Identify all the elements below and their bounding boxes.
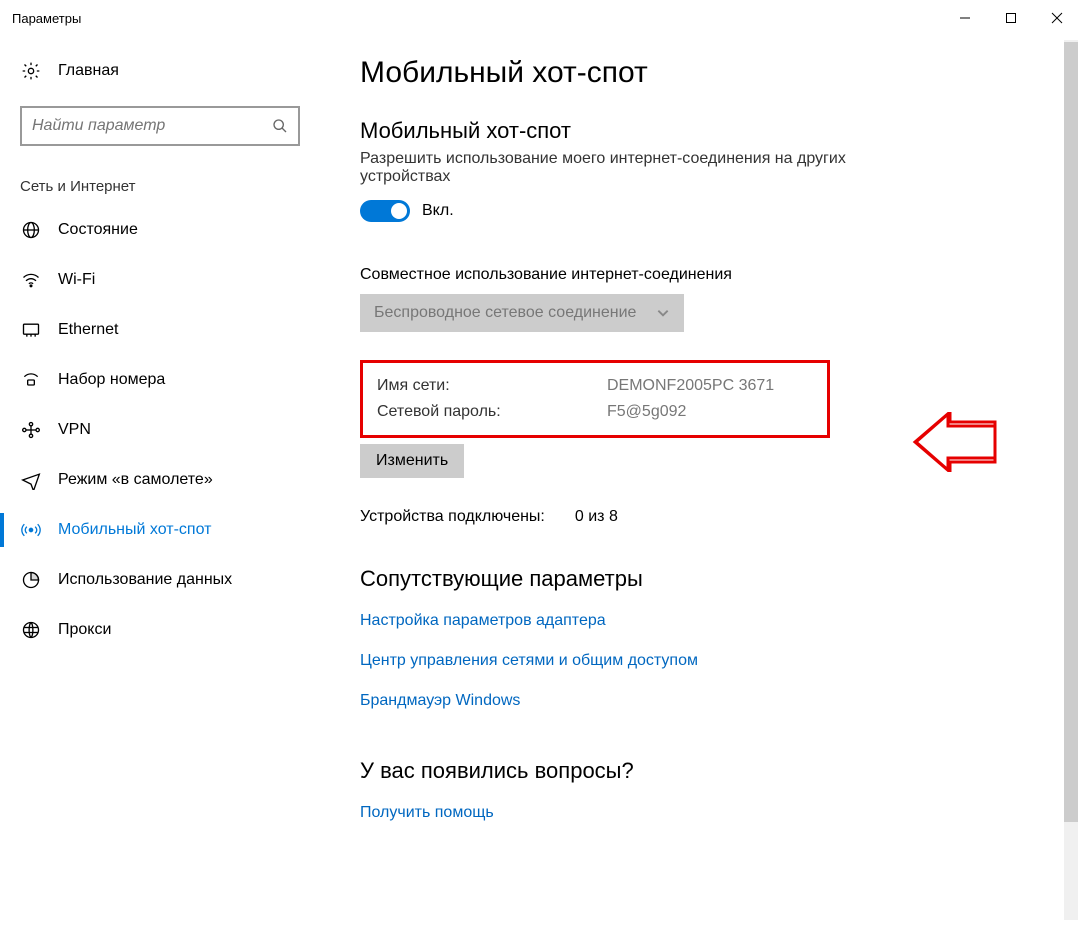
window-titlebar: Параметры xyxy=(0,0,1080,36)
close-button[interactable] xyxy=(1034,2,1080,34)
sidebar-item-label: VPN xyxy=(58,421,91,439)
sidebar-item-airplane[interactable]: Режим «в самолете» xyxy=(0,455,320,505)
airplane-icon xyxy=(20,469,42,491)
sidebar-item-proxy[interactable]: Прокси xyxy=(0,605,320,655)
questions-heading: У вас появились вопросы? xyxy=(360,758,1040,784)
vpn-icon xyxy=(20,419,42,441)
sidebar-item-hotspot[interactable]: Мобильный хот-спот xyxy=(0,505,320,555)
datausage-icon xyxy=(20,569,42,591)
hotspot-icon xyxy=(20,519,42,541)
page-title: Мобильный хот-спот xyxy=(360,56,1040,90)
wifi-icon xyxy=(20,269,42,291)
category-label: Сеть и Интернет xyxy=(0,166,320,205)
proxy-icon xyxy=(20,619,42,641)
devices-label: Устройства подключены: xyxy=(360,508,545,526)
dialup-icon xyxy=(20,369,42,391)
window-title: Параметры xyxy=(12,11,81,26)
gear-icon xyxy=(20,60,42,82)
network-info-box: Имя сети: DEMONF2005PC 3671 Сетевой паро… xyxy=(360,360,830,438)
home-label: Главная xyxy=(58,62,119,80)
link-network-center[interactable]: Центр управления сетями и общим доступом xyxy=(360,646,1040,676)
link-firewall[interactable]: Брандмауэр Windows xyxy=(360,686,1040,716)
scrollbar-thumb[interactable] xyxy=(1064,42,1078,822)
minimize-button[interactable] xyxy=(942,2,988,34)
home-button[interactable]: Главная xyxy=(0,52,320,98)
hotspot-toggle[interactable] xyxy=(360,200,410,222)
sidebar-item-label: Набор номера xyxy=(58,371,165,389)
arrow-callout-icon xyxy=(910,412,1000,472)
search-input[interactable] xyxy=(20,106,300,146)
hotspot-description: Разрешить использование моего интернет-с… xyxy=(360,150,880,186)
share-dropdown-value: Беспроводное сетевое соединение xyxy=(374,304,636,322)
sidebar-item-label: Состояние xyxy=(58,221,138,239)
sidebar-item-status[interactable]: Состояние xyxy=(0,205,320,255)
network-name-value: DEMONF2005PC 3671 xyxy=(607,377,774,395)
sidebar-item-dialup[interactable]: Набор номера xyxy=(0,355,320,405)
change-button[interactable]: Изменить xyxy=(360,444,464,478)
network-name-label: Имя сети: xyxy=(377,377,607,395)
sidebar-item-label: Режим «в самолете» xyxy=(58,471,213,489)
hotspot-toggle-label: Вкл. xyxy=(422,202,454,220)
sidebar-item-datausage[interactable]: Использование данных xyxy=(0,555,320,605)
sidebar-item-label: Мобильный хот-спот xyxy=(58,521,211,539)
globe-icon xyxy=(20,219,42,241)
sidebar-item-label: Использование данных xyxy=(58,571,232,589)
vertical-scrollbar[interactable] xyxy=(1064,40,1078,920)
chevron-down-icon xyxy=(656,306,670,320)
main-content: Мобильный хот-спот Мобильный хот-спот Ра… xyxy=(320,36,1080,936)
devices-value: 0 из 8 xyxy=(575,508,618,526)
sidebar-item-ethernet[interactable]: Ethernet xyxy=(0,305,320,355)
ethernet-icon xyxy=(20,319,42,341)
sidebar-item-vpn[interactable]: VPN xyxy=(0,405,320,455)
network-password-label: Сетевой пароль: xyxy=(377,403,607,421)
change-button-label: Изменить xyxy=(376,452,448,469)
share-label: Совместное использование интернет-соедин… xyxy=(360,266,1040,284)
search-icon xyxy=(272,118,288,134)
share-dropdown[interactable]: Беспроводное сетевое соединение xyxy=(360,294,684,332)
sidebar-item-label: Wi-Fi xyxy=(58,271,95,289)
link-get-help[interactable]: Получить помощь xyxy=(360,798,1040,828)
maximize-button[interactable] xyxy=(988,2,1034,34)
related-heading: Сопутствующие параметры xyxy=(360,566,1040,592)
sidebar-item-label: Ethernet xyxy=(58,321,118,339)
network-password-value: F5@5g092 xyxy=(607,403,686,421)
sidebar: Главная Сеть и Интернет Состояние Wi-Fi xyxy=(0,36,320,936)
link-adapter-settings[interactable]: Настройка параметров адаптера xyxy=(360,606,1040,636)
hotspot-heading: Мобильный хот-спот xyxy=(360,118,1040,144)
search-field[interactable] xyxy=(32,117,272,135)
sidebar-item-wifi[interactable]: Wi-Fi xyxy=(0,255,320,305)
sidebar-item-label: Прокси xyxy=(58,621,111,639)
